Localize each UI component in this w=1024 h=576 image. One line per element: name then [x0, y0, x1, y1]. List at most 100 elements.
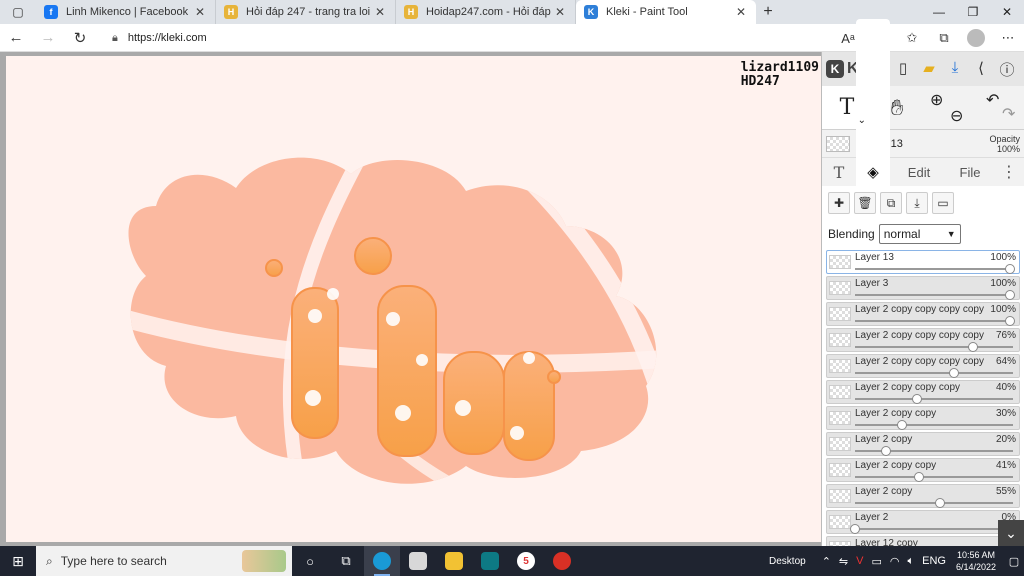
more-icon[interactable]: ⋯ [992, 30, 1024, 46]
zoom-out-icon[interactable]: ⊖ [950, 106, 963, 126]
tab-file[interactable]: File [948, 158, 992, 186]
opacity-slider-track[interactable] [855, 268, 1013, 270]
opacity-slider-track[interactable] [855, 450, 1013, 452]
duplicate-layer-icon[interactable]: ⧉ [880, 192, 902, 214]
close-window-icon[interactable]: ✕ [990, 0, 1024, 24]
cortana-icon[interactable]: ○ [292, 546, 328, 576]
url-field[interactable]: 🔒︎ https://kleki.com [112, 27, 882, 49]
minimize-icon[interactable]: — [922, 0, 956, 24]
undo-icon[interactable]: ↶ [986, 90, 999, 110]
new-image-icon[interactable]: ▯ [890, 59, 916, 80]
canvas-area[interactable]: lizard1109 HD247 [0, 52, 821, 546]
paint-icon[interactable] [400, 546, 436, 576]
layer-row[interactable]: Layer 2 copy copy 30% [826, 406, 1020, 430]
opacity-slider-track[interactable] [855, 372, 1013, 374]
opacity-slider-track[interactable] [855, 398, 1013, 400]
opacity-slider-track[interactable] [855, 528, 1013, 530]
layer-row[interactable]: Layer 2 copy copy copy 40% [826, 380, 1020, 404]
collections-icon[interactable]: ⧉ [928, 30, 960, 46]
edge-icon[interactable] [364, 546, 400, 576]
forward-icon[interactable]: → [32, 29, 64, 46]
text-tool-button[interactable]: T ⌄ [822, 86, 872, 129]
more-vertical-icon[interactable]: ⋮ [994, 158, 1024, 186]
hand-tool-button[interactable]: ✋︎ [872, 86, 922, 129]
close-icon[interactable]: ✕ [553, 5, 567, 19]
volume-icon[interactable]: 🔈︎ [908, 555, 915, 568]
file-explorer-icon[interactable] [436, 546, 472, 576]
opacity-slider-knob[interactable] [1005, 316, 1015, 326]
zoom-in-icon[interactable]: ⊕ [930, 90, 943, 110]
merge-down-icon[interactable]: ⤓ [906, 192, 928, 214]
tab-hoidap-1[interactable]: H Hỏi đáp 247 - trang tra loi ✕ [216, 0, 396, 24]
close-icon[interactable]: ✕ [193, 5, 207, 19]
opacity-slider-track[interactable] [855, 476, 1013, 478]
tab-kleki[interactable]: K Kleki - Paint Tool ✕ [576, 0, 756, 24]
chevron-down-icon[interactable]: ⌄ [858, 115, 866, 126]
layer-row[interactable]: Layer 2 copy copy 41% [826, 458, 1020, 482]
opacity-slider-knob[interactable] [881, 446, 891, 456]
refresh-icon[interactable]: ↻ [64, 29, 96, 47]
restore-icon[interactable]: ❐ [956, 0, 990, 24]
new-tab-button[interactable]: + [756, 0, 780, 24]
layer-opacity: 30% [995, 408, 1016, 419]
add-layer-icon[interactable]: ✚ [828, 192, 850, 214]
battery-icon[interactable]: ▭ [871, 555, 881, 568]
redo-icon[interactable]: ↷ [1002, 104, 1015, 124]
open-folder-icon[interactable]: ▰ [916, 59, 942, 80]
opacity-slider-knob[interactable] [912, 394, 922, 404]
layer-row[interactable]: Layer 13 100% [826, 250, 1020, 274]
drawing-canvas[interactable]: lizard1109 HD247 [6, 56, 821, 542]
opacity-slider-knob[interactable] [935, 498, 946, 508]
layer-row[interactable]: Layer 2 copy copy copy copy 76% [826, 328, 1020, 352]
tab-edit[interactable]: Edit [890, 158, 948, 186]
app-teal-icon[interactable] [472, 546, 508, 576]
chat-app-icon[interactable]: 5 [508, 546, 544, 576]
desktop-toolbar-label[interactable]: Desktop [769, 556, 806, 567]
windows-start-icon[interactable]: ⊞ [0, 553, 36, 570]
layer-row[interactable]: Layer 2 0% [826, 510, 1020, 534]
tab-hoidap-2[interactable]: H Hoidap247.com - Hỏi đáp online ✕ [396, 0, 576, 24]
back-icon[interactable]: ← [0, 29, 32, 46]
opacity-slider-knob[interactable] [967, 342, 978, 352]
tab-facebook[interactable]: f Linh Mikenco | Facebook ✕ [36, 0, 216, 24]
opacity-slider-knob[interactable] [896, 420, 907, 430]
opacity-slider-track[interactable] [855, 346, 1013, 348]
taskbar-search[interactable]: ⌕ Type here to search [36, 546, 292, 576]
layer-row[interactable]: Layer 2 copy copy copy copy 64% [826, 354, 1020, 378]
close-icon[interactable]: ✕ [373, 5, 387, 19]
layer-row[interactable]: Layer 2 copy 55% [826, 484, 1020, 508]
layer-row[interactable]: Layer 2 copy copy copy copy 100% [826, 302, 1020, 326]
task-view-icon[interactable]: ⧉ [328, 546, 364, 576]
clock[interactable]: 10:56 AM 6/14/2022 [956, 549, 996, 573]
tab-actions-icon[interactable]: ▢ [0, 0, 36, 24]
close-icon[interactable]: ✕ [734, 5, 748, 19]
blending-select[interactable]: normal ▼ [878, 224, 961, 244]
network-icon[interactable]: ⇋ [839, 555, 848, 568]
layer-row[interactable]: Layer 2 copy 20% [826, 432, 1020, 456]
download-icon[interactable]: ⤓ [942, 59, 968, 80]
help-icon[interactable]: ⓘ [994, 59, 1020, 80]
share-icon[interactable]: ⟨ [968, 59, 994, 80]
scroll-down-button[interactable]: ⌄ [998, 520, 1024, 546]
opacity-slider-knob[interactable] [913, 472, 924, 482]
profile-avatar[interactable] [967, 29, 985, 47]
layer-row[interactable]: Layer 3 100% [826, 276, 1020, 300]
rename-layer-icon[interactable]: ▭ [932, 192, 954, 214]
favorites-icon[interactable]: ✩ [896, 30, 928, 46]
tab-text-tool[interactable]: T [822, 158, 856, 186]
notification-icon[interactable]: ▢ [1004, 555, 1024, 568]
antivirus-icon[interactable]: V [856, 555, 863, 567]
wifi-icon[interactable]: ◠ [890, 555, 900, 568]
opacity-slider-track[interactable] [855, 320, 1013, 322]
opacity-slider-knob[interactable] [949, 368, 960, 378]
opacity-slider-knob[interactable] [1005, 290, 1015, 300]
opacity-slider-knob[interactable] [850, 524, 860, 534]
opacity-slider-track[interactable] [855, 502, 1013, 504]
language-indicator[interactable]: ENG [922, 555, 946, 567]
opacity-slider-track[interactable] [855, 424, 1013, 426]
delete-layer-icon[interactable]: 🗑︎ [854, 192, 876, 214]
tray-chevron-icon[interactable]: ⌃ [822, 555, 831, 568]
opacity-slider-knob[interactable] [1005, 264, 1015, 274]
chrome-icon[interactable] [544, 546, 580, 576]
opacity-slider-track[interactable] [855, 294, 1013, 296]
